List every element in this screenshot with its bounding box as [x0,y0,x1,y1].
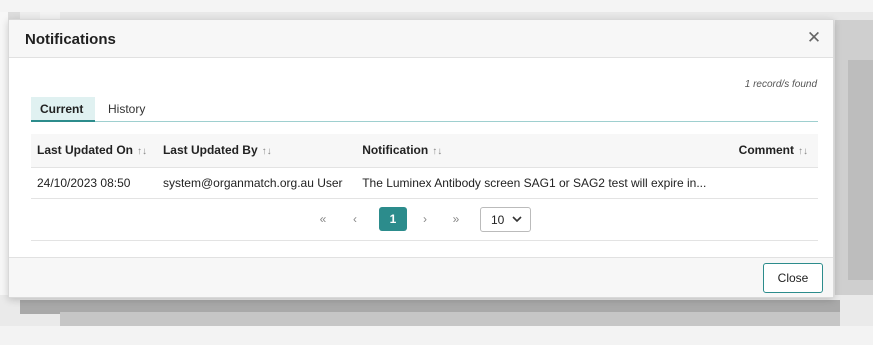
sort-icon[interactable]: ↑↓ [798,146,808,157]
backdrop [0,326,873,345]
column-header-label: Comment [738,143,794,158]
table-header-row: Last Updated On ↑↓ Last Updated By ↑↓ Noti… [31,134,818,167]
modal-header: Notifications ✕ [9,20,833,58]
close-button[interactable]: Close [763,263,823,293]
sort-icon[interactable]: ↑↓ [137,146,147,157]
column-header-label: Last Updated On [37,143,134,158]
column-header-comment[interactable]: Comment ↑↓ [706,134,818,167]
backdrop [848,60,873,280]
page-1-button[interactable]: 1 [379,207,407,231]
column-header-notification[interactable]: Notification ↑↓ [356,134,706,167]
column-header-label: Last Updated By [162,143,258,158]
backdrop [60,312,840,326]
tab-current[interactable]: Current [31,97,95,122]
records-found-text: 1 record/s found [744,79,817,90]
next-page-button[interactable]: › [418,207,432,231]
close-icon[interactable]: ✕ [805,29,823,47]
notifications-modal: Notifications ✕ 1 record/s found Current… [8,19,834,298]
sort-icon[interactable]: ↑↓ [432,146,442,157]
cell-last-updated-on: 24/10/2023 08:50 [37,175,131,190]
modal-title: Notifications [25,31,116,48]
column-header-label: Notification [362,143,429,158]
table-row[interactable]: 24/10/2023 08:50 system@organmatch.org.a… [31,167,818,198]
notifications-table: Last Updated On ↑↓ Last Updated By ↑↓ Noti… [31,134,818,199]
page-size-value: 10 [491,213,505,227]
last-page-button[interactable]: » [448,207,464,231]
cell-last-updated-by: system@organmatch.org.au User [162,175,343,190]
tab-bar: Current History [31,97,818,122]
column-header-last-updated-by[interactable]: Last Updated By ↑↓ [157,134,356,167]
previous-page-button[interactable]: ‹ [348,207,362,231]
cell-notification: The Luminex Antibody screen SAG1 or SAG2… [362,175,707,190]
cell-comment [706,167,818,198]
tab-history[interactable]: History [99,97,154,122]
modal-footer: Close [9,257,833,297]
page-size-select[interactable]: 10 [480,207,531,232]
sort-icon[interactable]: ↑↓ [262,146,272,157]
pagination: « ‹ 1 › » 10 [31,197,818,241]
backdrop [0,0,873,12]
first-page-button[interactable]: « [315,207,331,231]
column-header-last-updated-on[interactable]: Last Updated On ↑↓ [31,134,157,167]
chevron-down-icon [512,216,522,223]
